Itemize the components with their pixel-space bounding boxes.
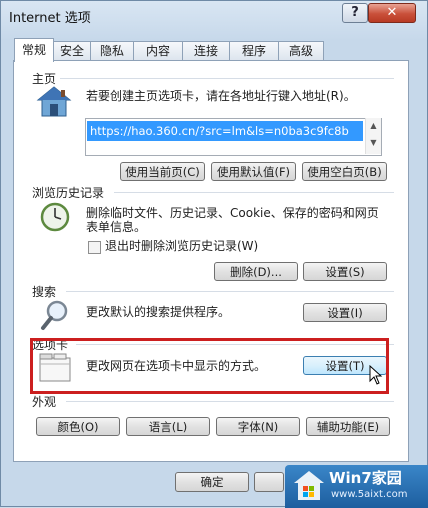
accessibility-button[interactable]: 辅助功能(E) (306, 417, 390, 436)
fonts-button[interactable]: 字体(N) (216, 417, 300, 436)
tab-general[interactable]: 常规 (14, 38, 54, 62)
history-description-line2: 表单信息。 (86, 220, 147, 234)
colors-button[interactable]: 颜色(O) (36, 417, 120, 436)
tab-privacy[interactable]: 隐私 (90, 41, 134, 60)
delete-history-button[interactable]: 删除(D)... (214, 262, 298, 281)
appearance-group-divider (66, 401, 394, 402)
delete-on-exit-label: 退出时删除浏览历史记录(W) (105, 239, 259, 253)
use-current-button[interactable]: 使用当前页(C) (120, 162, 205, 181)
languages-button[interactable]: 语言(L) (126, 417, 210, 436)
home-url-value[interactable]: https://hao.360.cn/?src=lm&ls=n0ba3c9fc8… (87, 121, 363, 141)
history-group-label: 浏览历史记录 (32, 184, 109, 201)
internet-options-window: Internet 选项 ? ✕ 常规 安全 隐私 内容 连接 程序 高级 主页 … (0, 0, 428, 508)
home-group-divider (44, 78, 394, 79)
history-description-line1: 删除临时文件、历史记录、Cookie、保存的密码和网页 (86, 206, 379, 220)
search-group-divider (66, 291, 394, 292)
home-url-scrollbar[interactable]: ▲ ▼ (365, 118, 381, 154)
tab-advanced[interactable]: 高级 (278, 41, 324, 60)
tab-security[interactable]: 安全 (53, 41, 91, 60)
watermark: Win7家园 www.5aixt.com (285, 465, 428, 508)
use-default-button[interactable]: 使用默认值(F) (211, 162, 296, 181)
watermark-title: Win7家园 (329, 469, 402, 487)
title-bar: Internet 选项 ? ✕ (1, 1, 427, 29)
home-description: 若要创建主页选项卡，请在各地址行键入地址(R)。 (86, 89, 356, 103)
help-button[interactable]: ? (342, 3, 368, 23)
tab-programs[interactable]: 程序 (229, 41, 279, 60)
house-icon (36, 86, 72, 117)
close-button[interactable]: ✕ (368, 3, 416, 23)
search-group-label: 搜索 (32, 283, 61, 300)
appearance-group-label: 外观 (32, 393, 61, 410)
tab-content[interactable]: 内容 (133, 41, 183, 60)
watermark-house-icon (294, 471, 324, 500)
history-settings-button[interactable]: 设置(S) (303, 262, 387, 281)
use-blank-button[interactable]: 使用空白页(B) (302, 162, 387, 181)
watermark-url: www.5aixt.com (331, 489, 408, 500)
general-tab-panel: 主页 若要创建主页选项卡，请在各地址行键入地址(R)。 https://hao.… (13, 60, 409, 462)
delete-on-exit-checkbox[interactable] (88, 241, 101, 254)
ok-button[interactable]: 确定 (175, 472, 249, 492)
clock-icon (40, 202, 70, 232)
window-title: Internet 选项 (9, 11, 91, 26)
tabs-section-highlight-box (30, 338, 389, 394)
magnifier-icon (41, 300, 68, 330)
search-description: 更改默认的搜索提供程序。 (86, 305, 231, 319)
search-settings-button[interactable]: 设置(I) (303, 303, 387, 322)
history-group-divider (114, 192, 394, 193)
cancel-button-partial[interactable] (254, 472, 284, 492)
tab-connections[interactable]: 连接 (182, 41, 230, 60)
